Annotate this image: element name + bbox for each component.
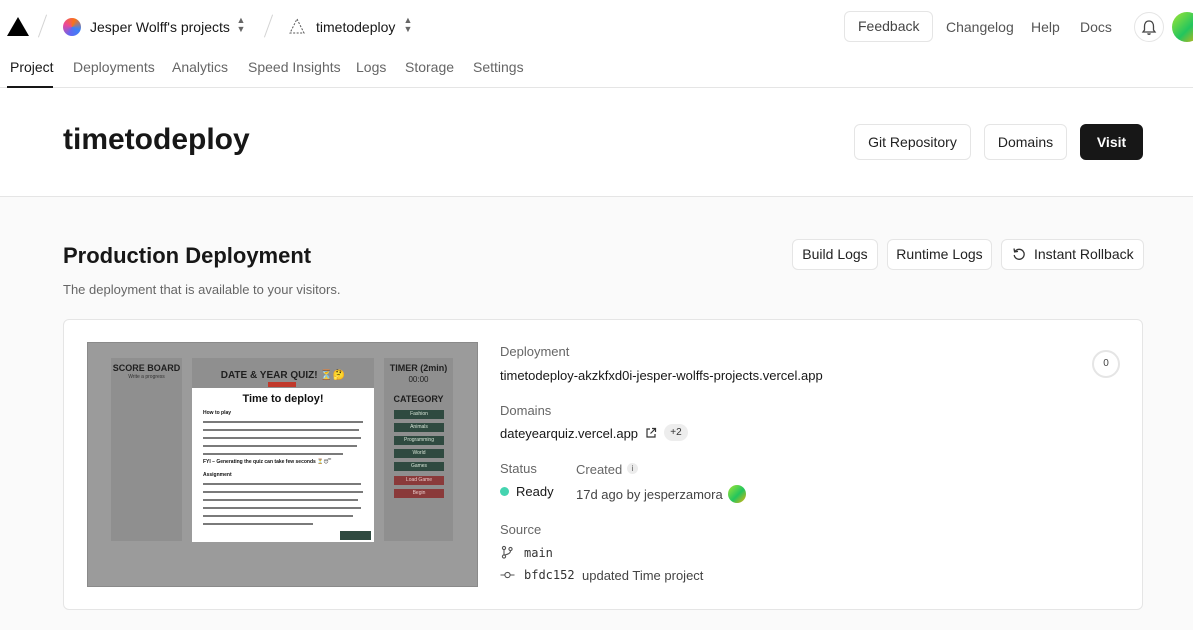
- team-avatar[interactable]: [63, 18, 81, 36]
- deployment-label: Deployment: [500, 344, 570, 359]
- commit-hash[interactable]: bfdc152: [524, 568, 575, 582]
- tab-logs[interactable]: Logs: [356, 59, 386, 75]
- preview-category-item: World: [394, 449, 444, 458]
- preview-text-line: [203, 499, 358, 501]
- preview-text-line: [203, 507, 361, 509]
- preview-text-line: [203, 421, 363, 423]
- preview-category-item: Fashion: [394, 410, 444, 419]
- preview-close-button: [340, 531, 371, 540]
- domains-label: Domains: [500, 403, 552, 418]
- preview-timer: TIMER (2min): [389, 363, 448, 373]
- project-triangle-icon: [289, 18, 305, 34]
- preview-text-line: [203, 523, 313, 525]
- chevron-up-down-icon[interactable]: ▲ ▼: [236, 16, 246, 34]
- domains-button[interactable]: Domains: [984, 124, 1067, 160]
- vercel-logo-icon[interactable]: [7, 17, 29, 36]
- commit-message: updated Time project: [582, 568, 704, 583]
- status-value: Ready: [516, 484, 554, 499]
- breadcrumb-separator: [263, 14, 274, 38]
- deployment-url[interactable]: timetodeploy-akzkfxd0i-jesper-wolffs-pro…: [500, 368, 823, 383]
- preview-modal: Time to deploy! How to play FYI – Genera…: [192, 388, 374, 542]
- source-label: Source: [500, 522, 542, 537]
- preview-quiz-title: DATE & YEAR QUIZ! ⏳🤔: [220, 370, 346, 381]
- help-link[interactable]: Help: [1031, 19, 1060, 35]
- breadcrumb-separator: [37, 14, 48, 38]
- info-icon[interactable]: i: [627, 463, 638, 474]
- created-value: 17d ago by jesperzamora: [576, 487, 723, 502]
- preview-category-item: Programming: [394, 436, 444, 445]
- preview-score-column: [111, 358, 182, 541]
- branch-name[interactable]: main: [524, 546, 553, 560]
- project-header: timetodeploy Git Repository Domains Visi…: [0, 88, 1193, 197]
- preview-category-item: Animals: [394, 423, 444, 432]
- status-label: Status: [500, 461, 537, 476]
- deployment-counter[interactable]: 0: [1092, 350, 1120, 378]
- preview-how-to-play: How to play: [203, 410, 232, 416]
- notifications-button[interactable]: [1134, 12, 1164, 42]
- section-title: Production Deployment: [63, 243, 312, 268]
- preview-text-line: [203, 445, 357, 447]
- created-label: Created: [576, 462, 623, 477]
- status-indicator-icon: [500, 487, 509, 496]
- git-branch-icon: [501, 545, 513, 559]
- team-name[interactable]: Jesper Wolff's projects: [90, 19, 230, 35]
- tab-storage[interactable]: Storage: [405, 59, 454, 75]
- bell-icon: [1141, 20, 1157, 35]
- user-avatar[interactable]: [1172, 12, 1193, 42]
- preview-modal-title: Time to deploy!: [242, 393, 324, 405]
- preview-begin: Begin: [394, 489, 444, 498]
- instant-rollback-label: Instant Rollback: [1034, 246, 1134, 262]
- preview-text-line: [203, 453, 343, 455]
- preview-badge: [268, 382, 296, 387]
- instant-rollback-button[interactable]: Instant Rollback: [1001, 239, 1144, 270]
- visit-button[interactable]: Visit: [1080, 124, 1143, 160]
- feedback-button[interactable]: Feedback: [844, 11, 934, 42]
- domain-link[interactable]: dateyearquiz.vercel.app: [500, 426, 638, 441]
- external-link-icon[interactable]: [645, 427, 657, 439]
- preview-timer-value: 00:00: [408, 375, 429, 384]
- git-commit-icon: [500, 571, 515, 579]
- rollback-icon: [1013, 248, 1025, 260]
- tab-settings[interactable]: Settings: [473, 59, 524, 75]
- preview-score-sub: Write a progress: [128, 374, 165, 380]
- page-title: timetodeploy: [63, 123, 250, 156]
- preview-assignment: Assignment: [203, 472, 232, 478]
- preview-text-line: [203, 483, 361, 485]
- more-domains-badge[interactable]: +2: [664, 424, 688, 441]
- creator-avatar[interactable]: [728, 485, 746, 503]
- docs-link[interactable]: Docs: [1080, 19, 1112, 35]
- tab-deployments[interactable]: Deployments: [73, 59, 155, 75]
- tab-speed-insights[interactable]: Speed Insights: [248, 59, 341, 75]
- changelog-link[interactable]: Changelog: [946, 19, 1014, 35]
- preview-text-line: [203, 437, 361, 439]
- preview-category-item: Games: [394, 462, 444, 471]
- top-bar: Jesper Wolff's projects ▲ ▼ timetodeploy …: [0, 0, 1193, 88]
- runtime-logs-button[interactable]: Runtime Logs: [887, 239, 992, 270]
- deployment-preview-image[interactable]: SCORE BOARD Write a progress DATE & YEAR…: [87, 342, 478, 587]
- chevron-up-down-icon[interactable]: ▲ ▼: [403, 16, 413, 34]
- git-repository-button[interactable]: Git Repository: [854, 124, 971, 160]
- preview-text-line: [203, 429, 359, 431]
- preview-text-line: [203, 515, 353, 517]
- preview-category: CATEGORY: [393, 394, 444, 404]
- preview-fyi: FYI – Generating the quiz can take few s…: [203, 459, 332, 465]
- build-logs-button[interactable]: Build Logs: [792, 239, 878, 270]
- section-subtitle: The deployment that is available to your…: [63, 282, 341, 297]
- preview-text-line: [203, 491, 363, 493]
- preview-load-game: Load Game: [394, 476, 444, 485]
- preview-score-board: SCORE BOARD: [112, 363, 181, 373]
- tab-project[interactable]: Project: [10, 59, 54, 75]
- tab-analytics[interactable]: Analytics: [172, 59, 228, 75]
- project-name[interactable]: timetodeploy: [316, 19, 395, 35]
